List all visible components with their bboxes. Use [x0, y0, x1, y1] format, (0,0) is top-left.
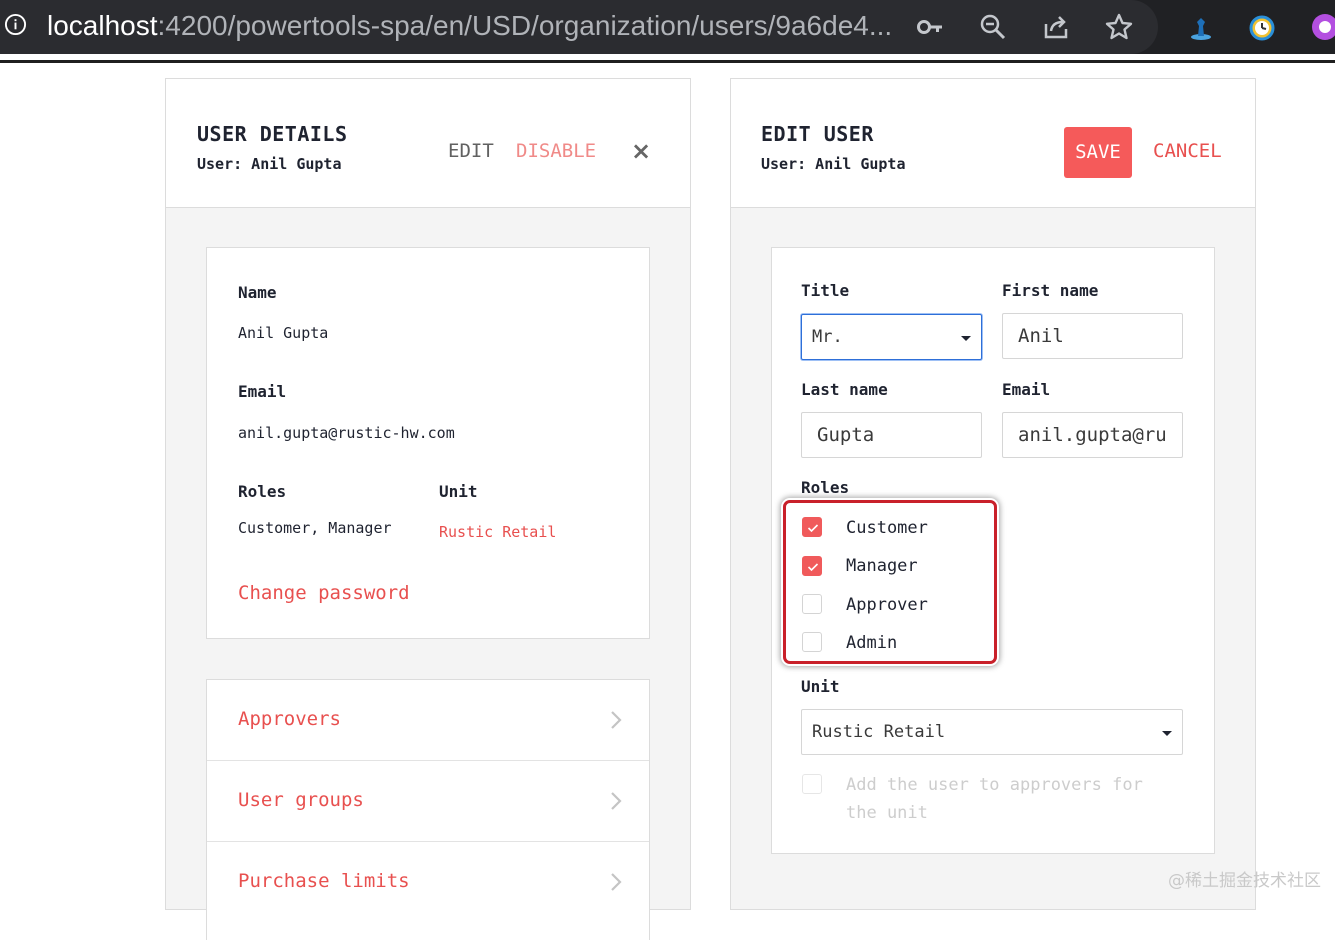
- share-icon[interactable]: [1041, 12, 1071, 42]
- edit-user-title: EDIT USER: [761, 122, 874, 146]
- add-approver-label: Add the user to approvers for: [846, 775, 1143, 795]
- roles-label: Roles: [238, 482, 287, 501]
- chevron-down-icon: [961, 336, 971, 341]
- unit-link[interactable]: Rustic Retail: [439, 523, 556, 541]
- title-label: Title: [801, 281, 850, 300]
- edit-user-header: EDIT USER User: Anil Gupta CANCEL: [731, 79, 1255, 208]
- add-approver-checkbox[interactable]: [802, 774, 822, 794]
- unit-field-label: Unit: [801, 677, 840, 696]
- info-icon[interactable]: [4, 13, 27, 36]
- unit-label: Unit: [439, 482, 478, 501]
- save-button[interactable]: SAVE: [1064, 127, 1132, 178]
- url-path: :4200/powertools-spa/en/USD/organization…: [157, 10, 893, 41]
- nav-approvers[interactable]: Approvers: [207, 680, 649, 761]
- nav-purchase-limits[interactable]: Purchase limits: [207, 842, 649, 922]
- user-details-title: USER DETAILS: [197, 122, 348, 146]
- unit-select[interactable]: Rustic Retail: [801, 709, 1183, 755]
- chevron-right-icon: [611, 873, 622, 891]
- user-info-card: Name Anil Gupta Email anil.gupta@rustic-…: [206, 247, 650, 639]
- edit-link[interactable]: EDIT: [448, 140, 494, 162]
- edit-user-subtitle: User: Anil Gupta: [761, 155, 906, 173]
- cancel-button[interactable]: CANCEL: [1153, 140, 1222, 162]
- name-label: Name: [238, 283, 277, 302]
- nav-approvers-label: Approvers: [238, 708, 341, 730]
- related-links-card: Approvers User groups Purchase limits: [206, 679, 650, 940]
- change-password-link[interactable]: Change password: [238, 582, 410, 604]
- browser-toolbar: localhost:4200/powertools-spa/en/USD/org…: [0, 0, 1335, 54]
- address-bar[interactable]: localhost:4200/powertools-spa/en/USD/org…: [0, 0, 1158, 54]
- key-icon[interactable]: [915, 12, 945, 42]
- user-details-subtitle: User: Anil Gupta: [197, 155, 342, 173]
- bookmark-star-icon[interactable]: [1104, 12, 1134, 42]
- url-text[interactable]: localhost:4200/powertools-spa/en/USD/org…: [47, 8, 892, 44]
- url-host: localhost: [47, 10, 158, 41]
- nav-user-groups[interactable]: User groups: [207, 761, 649, 842]
- email-field-label: Email: [1002, 380, 1051, 399]
- roles-value: Customer, Manager: [238, 519, 392, 537]
- zoom-icon[interactable]: [978, 12, 1008, 42]
- nav-purchase-limits-label: Purchase limits: [238, 870, 410, 892]
- disable-link[interactable]: DISABLE: [516, 140, 596, 162]
- chevron-right-icon: [611, 792, 622, 810]
- unit-select-value: Rustic Retail: [812, 722, 946, 742]
- roles-highlight-box: [783, 500, 997, 664]
- watermark: @稀土掘金技术社区: [1168, 871, 1321, 891]
- add-approver-label-2: the unit: [846, 803, 928, 823]
- first-name-label: First name: [1002, 281, 1099, 300]
- title-select[interactable]: Mr.: [801, 314, 982, 360]
- title-select-value: Mr.: [812, 327, 843, 347]
- chevron-down-icon: [1162, 731, 1172, 736]
- last-name-input[interactable]: Gupta: [801, 412, 982, 458]
- email-label: Email: [238, 382, 287, 401]
- email-value: anil.gupta@rustic-hw.com: [238, 424, 455, 442]
- chevron-right-icon: [611, 711, 622, 729]
- first-name-input[interactable]: Anil: [1002, 313, 1183, 359]
- extension-clock-icon[interactable]: [1247, 12, 1277, 42]
- nav-user-groups-label: User groups: [238, 789, 364, 811]
- chrome-divider: [0, 60, 1335, 63]
- extension-chess-icon[interactable]: [1186, 12, 1216, 42]
- user-details-panel: USER DETAILS User: Anil Gupta EDIT DISAB…: [165, 78, 691, 940]
- name-value: Anil Gupta: [238, 324, 329, 342]
- last-name-label: Last name: [801, 380, 888, 399]
- close-icon[interactable]: ×: [631, 139, 651, 163]
- user-details-header: USER DETAILS User: Anil Gupta EDIT DISAB…: [166, 79, 690, 208]
- roles-field-label: Roles: [801, 478, 850, 497]
- email-input[interactable]: anil.gupta@ru: [1002, 412, 1183, 458]
- extension-purple-icon[interactable]: [1307, 12, 1335, 42]
